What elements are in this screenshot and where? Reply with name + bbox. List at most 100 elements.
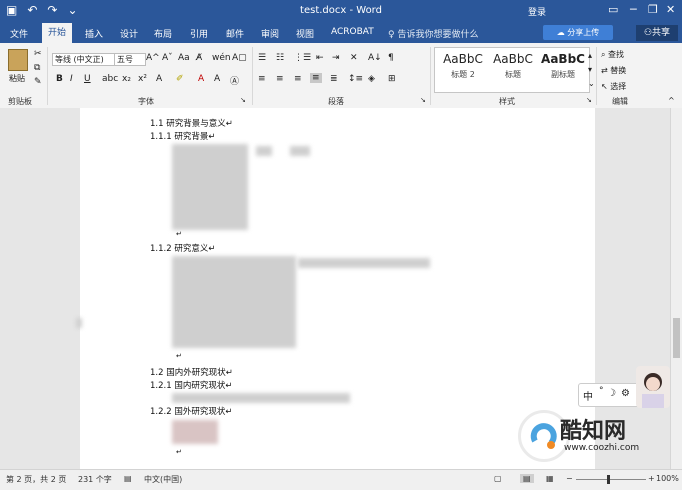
page-count[interactable]: 第 2 页，共 2 页: [6, 474, 66, 485]
highlight-icon[interactable]: ✐: [176, 74, 184, 84]
numbering-icon[interactable]: ☷: [276, 53, 284, 63]
vertical-scrollbar[interactable]: [670, 108, 682, 469]
proofing-icon[interactable]: ▤: [124, 474, 132, 483]
tab-review[interactable]: 审阅: [261, 27, 279, 40]
share-upload-button[interactable]: ☁ 分享上传: [543, 25, 613, 40]
tab-file[interactable]: 文件: [10, 27, 28, 40]
line-spacing-icon[interactable]: ↕≡: [348, 74, 363, 84]
style-subtitle[interactable]: AaBbC 副标题: [539, 52, 587, 80]
show-marks-icon[interactable]: ¶: [388, 53, 394, 63]
styles-more-icon[interactable]: ⌄: [588, 79, 595, 88]
heading-1-1-2[interactable]: 1.1.2 研究意义↵: [150, 242, 215, 254]
bold-icon[interactable]: B: [56, 74, 63, 84]
align-right-icon[interactable]: ≡: [294, 74, 302, 84]
multilevel-list-icon[interactable]: ⋮☰: [294, 53, 311, 63]
minimize-button[interactable]: ─: [630, 3, 637, 16]
ime-punct[interactable]: °: [599, 386, 604, 396]
increase-indent-icon[interactable]: ⇥: [332, 53, 340, 63]
zoom-slider[interactable]: [576, 479, 646, 480]
align-left-icon[interactable]: ≡: [258, 74, 266, 84]
font-color-icon[interactable]: A: [198, 74, 204, 84]
styles-scroll-down-icon[interactable]: ▾: [588, 65, 592, 74]
distributed-icon[interactable]: ≣: [330, 74, 338, 84]
read-mode-icon[interactable]: ▢: [494, 474, 502, 483]
phonetic-guide-icon[interactable]: wén: [212, 53, 231, 63]
heading-1-2[interactable]: 1.2 国内外研究现状↵: [150, 366, 233, 378]
tab-insert[interactable]: 插入: [85, 27, 103, 40]
print-layout-icon[interactable]: ▤: [520, 474, 534, 483]
heading-1-2-2[interactable]: 1.2.2 国外研究现状↵: [150, 405, 232, 417]
italic-icon[interactable]: I: [70, 74, 73, 84]
zoom-out-icon[interactable]: −: [566, 474, 573, 483]
paste-button-label[interactable]: 粘贴: [9, 73, 25, 84]
tab-mailings[interactable]: 邮件: [226, 27, 244, 40]
char-border-icon[interactable]: A▢: [232, 53, 247, 63]
gear-icon[interactable]: ⚙: [621, 388, 630, 399]
enclose-char-icon[interactable]: Ⓐ: [230, 74, 239, 87]
heading-1-1-1[interactable]: 1.1.1 研究背景↵: [150, 130, 215, 142]
font-name-select[interactable]: 等线 (中文正): [52, 53, 116, 66]
text-effects-icon[interactable]: A: [156, 74, 162, 84]
subscript-icon[interactable]: x₂: [122, 74, 131, 84]
style-title[interactable]: AaBbC 标题: [489, 52, 537, 80]
styles-dialog-icon[interactable]: ↘: [586, 96, 592, 104]
shading-icon[interactable]: ◈: [368, 74, 375, 84]
heading-1-1[interactable]: 1.1 研究背景与意义↵: [150, 117, 233, 129]
superscript-icon[interactable]: x²: [138, 74, 147, 84]
cloud-icon: ☁: [556, 28, 568, 37]
tab-acrobat[interactable]: ACROBAT: [331, 27, 374, 37]
paragraph-mark: ↵: [176, 448, 182, 456]
collapse-ribbon-icon[interactable]: ^: [668, 96, 675, 105]
ime-mode[interactable]: 中: [583, 388, 593, 403]
char-shading-icon[interactable]: A: [214, 74, 220, 84]
shrink-font-icon[interactable]: Aˇ: [162, 53, 173, 63]
change-case-icon[interactable]: Aa: [178, 53, 190, 63]
close-button[interactable]: ✕: [666, 3, 675, 16]
chinese-layout-icon[interactable]: ✕: [350, 53, 358, 63]
style-heading2[interactable]: AaBbC 标题 2: [439, 52, 487, 80]
paragraph-dialog-icon[interactable]: ↘: [420, 96, 426, 104]
language[interactable]: 中文(中国): [144, 474, 182, 485]
grow-font-icon[interactable]: A^: [146, 53, 160, 63]
font-dialog-icon[interactable]: ↘: [240, 96, 246, 104]
tab-references[interactable]: 引用: [190, 27, 208, 40]
underline-icon[interactable]: U: [84, 74, 91, 84]
share-button[interactable]: ⚇共享: [636, 25, 678, 41]
styles-scroll-up-icon[interactable]: ▴: [588, 51, 592, 60]
find-button[interactable]: ⌕ 查找: [601, 49, 624, 60]
moon-icon[interactable]: ☽: [607, 388, 616, 399]
login-link[interactable]: 登录: [528, 5, 546, 18]
replace-button[interactable]: ⇄ 替换: [601, 65, 626, 76]
tab-layout[interactable]: 布局: [154, 27, 172, 40]
web-layout-icon[interactable]: ▦: [546, 474, 554, 483]
decrease-indent-icon[interactable]: ⇤: [316, 53, 324, 63]
align-center-icon[interactable]: ≡: [276, 74, 284, 84]
scrollbar-thumb[interactable]: [673, 318, 680, 358]
select-button[interactable]: ↖ 选择: [601, 81, 626, 92]
paste-icon[interactable]: [8, 49, 28, 71]
justify-icon[interactable]: ≡: [310, 73, 322, 83]
zoom-level[interactable]: 100%: [656, 474, 679, 483]
sort-icon[interactable]: A↓: [368, 53, 382, 63]
strikethrough-icon[interactable]: abc: [102, 74, 118, 84]
cut-icon[interactable]: ✂: [34, 49, 42, 59]
tab-home[interactable]: 开始: [42, 23, 73, 43]
ime-toolbar[interactable]: 中 ° ☽ ⚙: [578, 383, 640, 407]
tab-view[interactable]: 视图: [296, 27, 314, 40]
tell-me-search[interactable]: ♀ 告诉我你想要做什么: [388, 27, 478, 40]
font-size-select[interactable]: 五号: [114, 53, 146, 66]
restore-button[interactable]: ❐: [648, 3, 658, 16]
zoom-slider-thumb[interactable]: [607, 475, 610, 484]
clear-format-icon[interactable]: A̸: [196, 53, 202, 63]
heading-1-2-1[interactable]: 1.2.1 国内研究现状↵: [150, 379, 232, 391]
bullets-icon[interactable]: ☰: [258, 53, 266, 63]
word-count[interactable]: 231 个字: [78, 474, 112, 485]
borders-icon[interactable]: ⊞: [388, 74, 396, 84]
styles-gallery[interactable]: AaBbC 标题 2 AaBbC 标题 AaBbC 副标题: [434, 47, 590, 93]
zoom-in-icon[interactable]: +: [648, 474, 655, 483]
ribbon-display-icon[interactable]: ▭: [608, 3, 618, 16]
format-painter-icon[interactable]: ✎: [34, 77, 42, 87]
separator: [596, 47, 597, 105]
copy-icon[interactable]: ⧉: [34, 63, 40, 73]
tab-design[interactable]: 设计: [120, 27, 138, 40]
